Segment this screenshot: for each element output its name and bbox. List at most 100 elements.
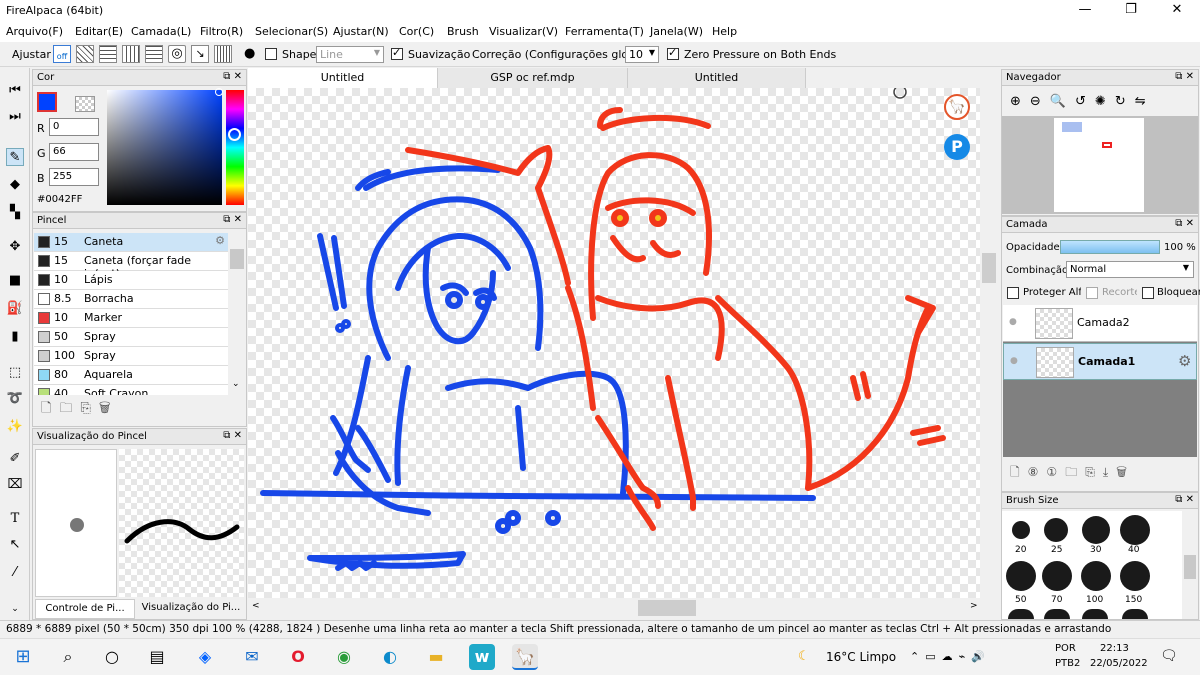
menu-camada[interactable]: Camada(L) bbox=[131, 25, 191, 38]
gear-icon[interactable]: ⚙ bbox=[215, 234, 225, 247]
gradient-tool-icon[interactable]: ▮ bbox=[6, 328, 24, 346]
brush-item[interactable]: 15Caneta (forçar fade in/out) bbox=[34, 252, 228, 280]
brush-item[interactable]: 15 Caneta ⚙ bbox=[34, 233, 228, 252]
gear-icon[interactable]: ⚙ bbox=[1178, 352, 1191, 370]
opera-icon[interactable]: O bbox=[285, 644, 311, 670]
brush-item[interactable]: 8.5 Borracha bbox=[34, 290, 228, 309]
panel-dock-close-icon[interactable]: ⧉ ✕ bbox=[1175, 494, 1194, 505]
size-dot[interactable] bbox=[1120, 561, 1150, 591]
brush-size-scrollbar[interactable] bbox=[1182, 511, 1198, 619]
canvas-vscroll[interactable] bbox=[980, 88, 998, 598]
rotate-left-icon[interactable]: ↺ bbox=[1075, 94, 1095, 109]
search-icon[interactable]: ⌕ bbox=[55, 644, 81, 670]
windows-start-icon[interactable]: ⊞ bbox=[10, 644, 36, 670]
menu-janela[interactable]: Janela(W) bbox=[650, 25, 703, 38]
maximize-button[interactable]: ❐ bbox=[1108, 0, 1154, 22]
expand-right-icon[interactable]: ⏭ bbox=[6, 108, 24, 126]
brush-item[interactable]: 40 Soft Crayon bbox=[34, 385, 228, 395]
snap-lines-icon[interactable] bbox=[122, 45, 140, 63]
file-explorer-icon[interactable]: ▬ bbox=[423, 644, 449, 670]
eraser-tool-icon[interactable]: ◆ bbox=[6, 176, 24, 194]
panel-dock-close-icon[interactable]: ⧉ ✕ bbox=[1175, 218, 1194, 229]
visibility-icon[interactable]: ● bbox=[1010, 356, 1018, 366]
new-brush-icon[interactable]: 🗋 bbox=[41, 401, 59, 416]
menu-visualizar[interactable]: Visualizar(V) bbox=[489, 25, 558, 38]
size-dot[interactable] bbox=[1006, 561, 1036, 591]
scroll-right-icon[interactable]: > bbox=[970, 601, 978, 611]
primary-color-swatch[interactable] bbox=[37, 92, 57, 112]
new-folder-icon[interactable]: 🗀 bbox=[1065, 465, 1085, 479]
tab-untitled-2[interactable]: Untitled bbox=[628, 68, 806, 88]
minimize-button[interactable]: — bbox=[1062, 0, 1108, 22]
menu-cor[interactable]: Cor(C) bbox=[399, 25, 434, 38]
zoom-fit-icon[interactable]: 🔍 bbox=[1050, 94, 1075, 109]
rotate-reset-icon[interactable]: ✺ bbox=[1095, 94, 1115, 109]
dot-tool-icon[interactable]: ▚ bbox=[6, 204, 24, 222]
mail-icon[interactable]: ✉ bbox=[239, 644, 265, 670]
shape-select[interactable]: Line ▼ bbox=[316, 46, 384, 63]
magic-wand-tool-icon[interactable]: ✨ bbox=[6, 418, 24, 436]
tab-untitled-1[interactable]: Untitled bbox=[248, 68, 438, 88]
g-input[interactable]: 66 bbox=[49, 143, 99, 161]
select-rect-tool-icon[interactable]: ⬚ bbox=[6, 364, 24, 382]
suavizacao-checkbox[interactable] bbox=[391, 46, 403, 60]
rotate-right-icon[interactable]: ↻ bbox=[1115, 94, 1135, 109]
brush-item[interactable]: 50 Spray bbox=[34, 328, 228, 347]
size-dot[interactable] bbox=[1082, 609, 1108, 619]
folder-brush-icon[interactable]: 🗀 bbox=[59, 401, 80, 416]
size-dot[interactable] bbox=[1082, 516, 1110, 544]
snap-concentric-icon[interactable]: ◎ bbox=[168, 45, 186, 63]
weather-text[interactable]: 16°C Limpo bbox=[826, 650, 896, 664]
clock-date[interactable]: 22/05/2022 bbox=[1090, 658, 1148, 669]
flip-icon[interactable]: ⇋ bbox=[1135, 94, 1155, 109]
brush-item[interactable]: 100 Spray bbox=[34, 347, 228, 366]
new-1bit-layer-icon[interactable]: ① bbox=[1046, 465, 1065, 479]
dropbox-icon[interactable]: ◈ bbox=[192, 644, 218, 670]
menu-selecionar[interactable]: Selecionar(S) bbox=[255, 25, 328, 38]
hue-handle[interactable] bbox=[228, 128, 241, 141]
duplicate-brush-icon[interactable]: ⎘ bbox=[80, 401, 98, 416]
tray-icons[interactable]: ⌃▭☁⌁🔊 bbox=[910, 650, 991, 663]
brush-size-scroll-thumb[interactable] bbox=[1184, 555, 1196, 579]
layer-row-selected[interactable]: ● Camada1 ⚙ bbox=[1003, 343, 1197, 380]
canvas-vscroll-thumb[interactable] bbox=[982, 253, 996, 283]
edge-icon[interactable]: ◐ bbox=[377, 644, 403, 670]
zero-pressure-checkbox[interactable] bbox=[667, 46, 679, 60]
canvas-hscroll[interactable]: < > bbox=[248, 598, 998, 618]
language-indicator[interactable]: POR bbox=[1055, 643, 1076, 654]
clock-time[interactable]: 22:13 bbox=[1100, 643, 1129, 654]
select-pen-tool-icon[interactable]: ✐ bbox=[6, 450, 24, 468]
b-input[interactable]: 255 bbox=[49, 168, 99, 186]
whatsapp-web-icon[interactable]: w bbox=[469, 644, 495, 670]
panel-dock-close-icon[interactable]: ⧉ ✕ bbox=[1175, 71, 1194, 82]
size-dot[interactable] bbox=[1081, 561, 1111, 591]
correcao-select[interactable]: 10 ▼ bbox=[625, 46, 659, 63]
lasso-tool-icon[interactable]: ➰ bbox=[6, 390, 24, 408]
scroll-tools-icon[interactable]: ⌄ bbox=[6, 600, 24, 618]
delete-layer-icon[interactable]: 🗑 bbox=[1116, 465, 1135, 479]
text-tool-icon[interactable]: T bbox=[6, 510, 24, 528]
clipping-checkbox[interactable] bbox=[1086, 287, 1098, 299]
fill-rect-tool-icon[interactable]: ■ bbox=[6, 272, 24, 290]
brush-item[interactable]: 10 Lápis bbox=[34, 271, 228, 290]
lock-checkbox[interactable] bbox=[1142, 287, 1154, 299]
pen-tool-icon[interactable]: ✎ bbox=[6, 148, 24, 166]
operation-tool-icon[interactable]: ↖ bbox=[6, 536, 24, 554]
saturation-value-picker[interactable] bbox=[107, 88, 223, 205]
scroll-thumb[interactable] bbox=[230, 249, 244, 269]
r-input[interactable]: 0 bbox=[49, 118, 99, 136]
eyedropper-tool-icon[interactable]: ⁄ bbox=[6, 564, 24, 582]
size-dot[interactable] bbox=[1008, 609, 1034, 619]
delete-brush-icon[interactable]: 🗑 bbox=[99, 401, 119, 416]
menu-help[interactable]: Help bbox=[712, 25, 737, 38]
size-dot[interactable] bbox=[1042, 561, 1072, 591]
snap-grid-icon[interactable] bbox=[99, 45, 117, 63]
size-dot[interactable] bbox=[1012, 521, 1030, 539]
opacity-slider[interactable] bbox=[1060, 240, 1160, 254]
firealpaca-taskbar-icon[interactable]: 🦙 bbox=[512, 644, 538, 670]
tab-brush-control[interactable]: Controle de Pi... bbox=[35, 599, 135, 619]
collapse-left-icon[interactable]: ⏮ bbox=[6, 82, 24, 100]
cortana-icon[interactable]: ○ bbox=[99, 644, 125, 670]
menu-filtro[interactable]: Filtro(R) bbox=[200, 25, 243, 38]
tab-gsp-oc-ref[interactable]: GSP oc ref.mdp bbox=[438, 68, 628, 88]
